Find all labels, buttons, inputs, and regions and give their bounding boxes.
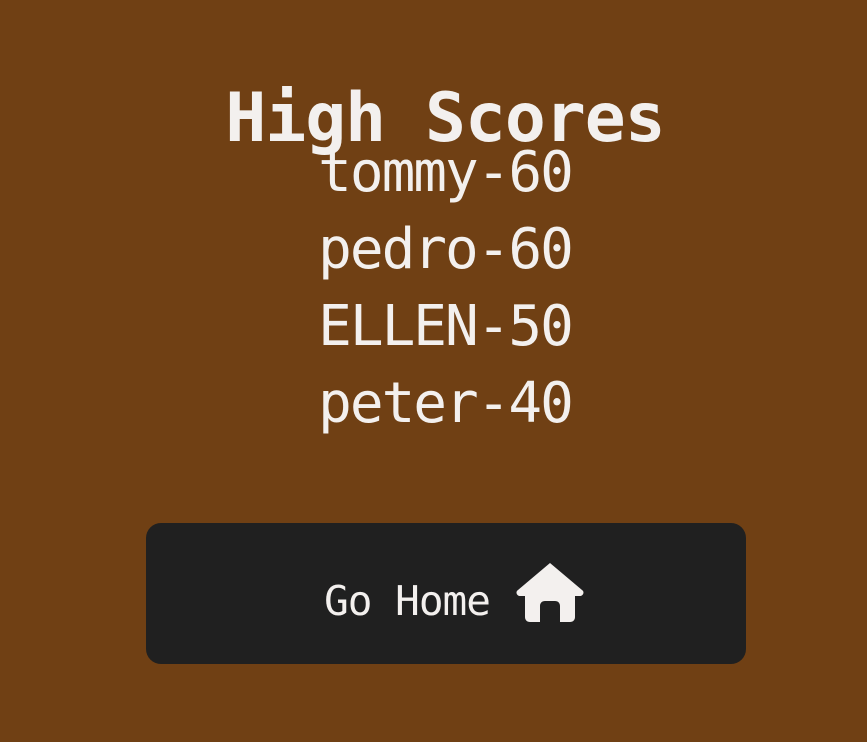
high-scores-screen: High Scores tommy-60 pedro-60 ELLEN-50 p… (0, 0, 867, 742)
home-icon (516, 562, 584, 622)
score-list: tommy-60 pedro-60 ELLEN-50 peter-40 (0, 138, 867, 446)
score-item: tommy-60 (318, 140, 574, 205)
go-home-button[interactable]: Go Home (146, 523, 746, 664)
score-item: ELLEN-50 (318, 294, 574, 359)
go-home-label: Go Home (324, 576, 491, 625)
score-item: peter-40 (318, 371, 574, 436)
score-item: pedro-60 (318, 217, 574, 282)
